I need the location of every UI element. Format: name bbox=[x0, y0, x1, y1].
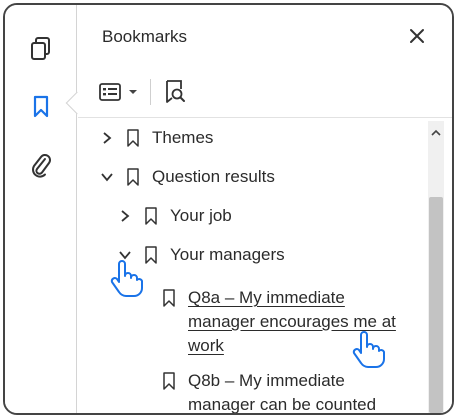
attachments-button[interactable] bbox=[23, 147, 59, 183]
toolbar-separator bbox=[150, 79, 151, 105]
expand-chevron-icon[interactable] bbox=[116, 204, 134, 228]
bookmark-icon bbox=[142, 204, 160, 228]
tree-item-label[interactable]: Q8a – My immediate manager encourages me… bbox=[188, 286, 398, 358]
tree-item-q8a[interactable]: Q8a – My immediate manager encourages me… bbox=[160, 286, 405, 358]
options-menu-button[interactable] bbox=[98, 77, 140, 107]
tree-item-themes[interactable]: Themes bbox=[98, 126, 422, 150]
tree-item-q8b[interactable]: Q8b – My immediate manager can be counte… bbox=[160, 369, 405, 413]
pages-button[interactable] bbox=[23, 31, 59, 67]
bookmarks-toolbar bbox=[98, 75, 187, 109]
attachment-icon bbox=[32, 154, 51, 178]
tree-item-label: Your managers bbox=[170, 245, 285, 264]
scrollbar-thumb[interactable] bbox=[429, 197, 443, 413]
find-bookmark-icon bbox=[166, 80, 185, 103]
bookmark-icon bbox=[124, 126, 142, 150]
panel-title: Bookmarks bbox=[102, 27, 188, 46]
bookmarks-pane: Bookmarks Themes Question results Your j… bbox=[3, 3, 454, 415]
tree-item-your-managers[interactable]: Your managers bbox=[116, 243, 422, 267]
navigation-rail bbox=[5, 5, 77, 413]
collapse-chevron-icon[interactable] bbox=[98, 165, 116, 189]
tree-item-label: Your job bbox=[170, 206, 232, 225]
close-icon bbox=[410, 29, 424, 43]
bookmarks-button[interactable] bbox=[23, 89, 59, 125]
list-options-icon bbox=[99, 83, 121, 101]
collapse-chevron-icon[interactable] bbox=[116, 243, 134, 267]
expand-chevron-icon[interactable] bbox=[98, 126, 116, 150]
bookmarks-panel: Bookmarks Themes Question results Your j… bbox=[78, 5, 452, 413]
chevron-up-icon bbox=[431, 129, 441, 136]
pages-icon bbox=[31, 37, 50, 60]
tree-item-your-job[interactable]: Your job bbox=[116, 204, 422, 228]
bookmark-icon bbox=[160, 369, 178, 393]
tree-item-label: Themes bbox=[152, 128, 214, 147]
tree-item-question-results[interactable]: Question results bbox=[98, 165, 422, 189]
bookmark-icon bbox=[160, 286, 178, 310]
chevron-down-icon bbox=[129, 90, 137, 94]
bookmark-icon bbox=[142, 243, 160, 267]
tree-item-label: Q8b – My immediate manager can be counte… bbox=[188, 371, 377, 413]
close-button[interactable] bbox=[404, 23, 430, 49]
scroll-up-button[interactable] bbox=[428, 123, 444, 143]
bookmark-icon bbox=[33, 95, 49, 118]
bookmark-tree: Themes Question results Your job Your ma… bbox=[78, 118, 422, 413]
find-bookmark-button[interactable] bbox=[163, 77, 187, 107]
bookmark-icon bbox=[124, 165, 142, 189]
tree-item-label: Question results bbox=[152, 167, 275, 186]
